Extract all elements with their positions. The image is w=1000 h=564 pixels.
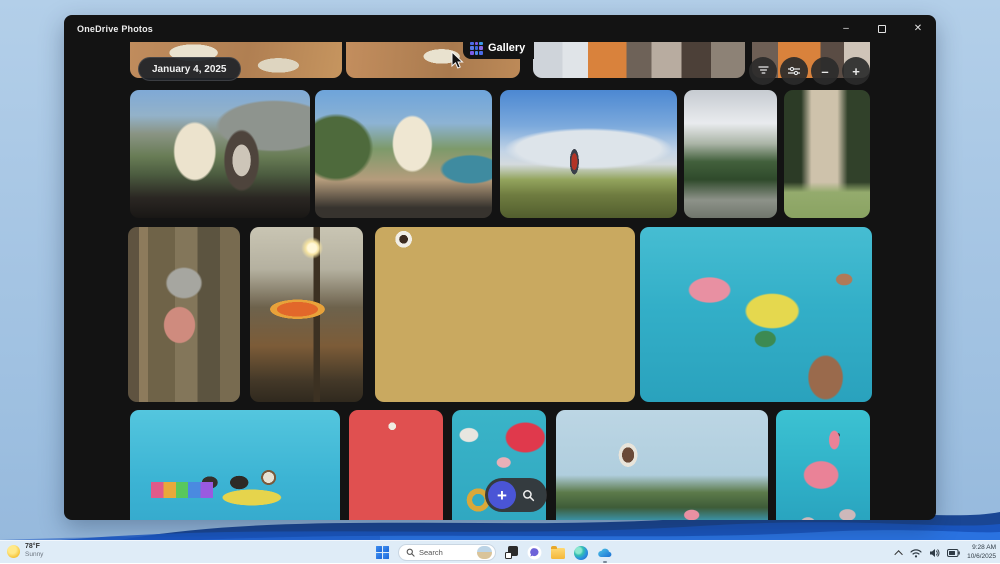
photo-mountain-trail[interactable] xyxy=(684,90,777,218)
weather-widget[interactable]: 78°F Sunny xyxy=(7,543,43,559)
search-label: Search xyxy=(419,548,473,557)
clock-time: 9:28 AM xyxy=(967,544,996,552)
maximize-icon xyxy=(878,25,886,33)
wifi-icon[interactable] xyxy=(910,548,922,558)
task-view-icon xyxy=(505,546,518,559)
photo-hammock-sunset[interactable] xyxy=(250,227,363,402)
taskbar: 78°F Sunny Search xyxy=(0,540,1000,563)
photo-hiker-on-ridge[interactable] xyxy=(500,90,677,218)
task-view-button[interactable] xyxy=(505,546,518,559)
chat-button[interactable] xyxy=(527,545,542,560)
zoom-in-button[interactable]: + xyxy=(842,57,870,85)
magnifier-icon xyxy=(522,489,535,502)
maximize-button[interactable] xyxy=(864,15,900,42)
photo-man-on-bike[interactable] xyxy=(315,90,492,218)
weather-condition: Sunny xyxy=(25,551,43,559)
sliders-icon xyxy=(788,66,800,76)
photo-friends-standing[interactable] xyxy=(533,42,745,78)
gallery-label: Gallery xyxy=(488,42,525,54)
close-button[interactable]: ✕ xyxy=(900,15,936,42)
mouse-cursor xyxy=(451,51,464,70)
gallery-header: Gallery xyxy=(463,37,534,59)
onedrive-button[interactable] xyxy=(597,547,613,559)
tray-chevron-up-icon[interactable] xyxy=(894,550,902,558)
battery-icon[interactable] xyxy=(947,549,960,557)
taskbar-search-box[interactable]: Search xyxy=(398,544,496,561)
photo-flamingo-float[interactable] xyxy=(776,410,870,520)
filter-funnel-icon xyxy=(758,66,769,76)
folder-icon xyxy=(551,548,565,559)
photo-tree-hug[interactable] xyxy=(784,90,870,218)
adjust-sliders-button[interactable] xyxy=(780,57,808,85)
date-badge: January 4, 2025 xyxy=(138,57,241,81)
search-icon xyxy=(406,548,415,557)
edge-button[interactable] xyxy=(574,546,588,560)
floating-action-pill: + xyxy=(485,478,547,512)
volume-icon[interactable] xyxy=(929,548,940,558)
photo-pool-beach-ball[interactable] xyxy=(349,410,443,520)
photo-couple-with-bikes[interactable] xyxy=(130,90,310,218)
running-indicator xyxy=(603,561,607,563)
photo-dogs-on-pool-floats[interactable] xyxy=(130,410,340,520)
photo-pool-float-party[interactable] xyxy=(640,227,872,402)
search-daily-image xyxy=(477,546,492,559)
window-title: OneDrive Photos xyxy=(64,24,153,34)
search-photos-button[interactable] xyxy=(522,489,535,502)
start-button[interactable] xyxy=(376,546,389,559)
minimize-button[interactable]: – xyxy=(828,15,864,42)
gallery-toolbar: – + xyxy=(749,57,871,85)
filter-button[interactable] xyxy=(749,57,777,85)
photo-pastries-and-coffee[interactable] xyxy=(375,227,635,402)
cloud-icon xyxy=(597,547,613,559)
add-button[interactable]: + xyxy=(488,481,516,509)
weather-temp: 78°F xyxy=(25,543,43,551)
gallery-grid-icon xyxy=(470,42,483,55)
photo-pool-jump[interactable] xyxy=(556,410,768,520)
zoom-out-button[interactable]: – xyxy=(811,57,839,85)
onedrive-photos-window: OneDrive Photos – ✕ Gallery January 4, 2… xyxy=(64,15,936,520)
edge-icon xyxy=(574,546,588,560)
sun-icon xyxy=(7,545,20,558)
clock-date: 10/6/2025 xyxy=(967,553,996,561)
file-explorer-button[interactable] xyxy=(551,546,565,559)
chat-icon xyxy=(527,545,542,560)
taskbar-clock[interactable]: 9:28 AM 10/6/2025 xyxy=(967,544,996,561)
photo-forest-backpacker[interactable] xyxy=(128,227,240,402)
